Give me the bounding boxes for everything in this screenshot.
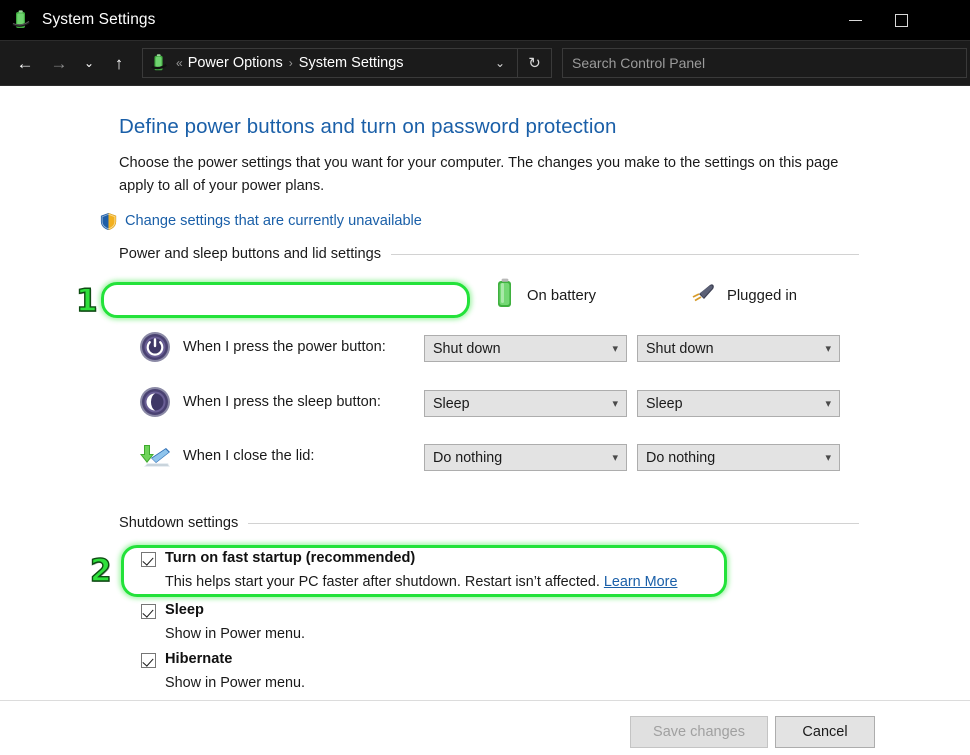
chevron-down-icon: ▾ [825, 342, 831, 355]
page-description: Choose the power settings that you want … [119, 152, 849, 198]
plugged-in-label: Plugged in [727, 288, 797, 304]
maximize-button[interactable] [878, 0, 924, 40]
back-arrow-icon[interactable]: ← [10, 48, 40, 78]
battery-icon [494, 276, 516, 315]
dropdown-sleep-button-on-battery[interactable]: Sleep ▾ [424, 390, 627, 417]
sleep-button-label: When I press the sleep button: [183, 394, 381, 410]
title-bar: System Settings [0, 0, 970, 40]
fast-startup-checkbox[interactable] [141, 552, 156, 567]
fast-startup-label: Turn on fast startup (recommended) [165, 550, 415, 566]
checkbox-row-hibernate[interactable]: Hibernate [141, 651, 232, 668]
chevron-down-icon: ▾ [825, 397, 831, 410]
column-header-on-battery: On battery [494, 276, 596, 315]
breadcrumb-leading: « [176, 56, 183, 70]
system-settings-window: System Settings ← → ⌄ ↑ « Power Options … [0, 0, 970, 755]
row-sleep-button: When I press the sleep button: [138, 385, 381, 419]
battery-icon [10, 9, 32, 31]
section-divider [248, 523, 859, 524]
refresh-icon[interactable]: ↻ [518, 48, 552, 78]
window-controls [832, 0, 970, 40]
breadcrumb-item-system-settings[interactable]: System Settings [299, 55, 404, 71]
battery-icon [149, 53, 169, 73]
dropdown-close-lid-plugged-in[interactable]: Do nothing ▾ [637, 444, 840, 471]
breadcrumb-separator-icon: › [289, 56, 293, 70]
step-marker-1: 1 [76, 286, 98, 317]
uac-link-label[interactable]: Change settings that are currently unava… [125, 213, 422, 229]
dropdown-value: Sleep [646, 396, 683, 412]
dropdown-sleep-button-plugged-in[interactable]: Sleep ▾ [637, 390, 840, 417]
window-title: System Settings [42, 11, 156, 29]
chevron-down-icon: ▾ [612, 342, 618, 355]
sleep-button-icon [138, 385, 172, 419]
up-arrow-icon[interactable]: ↑ [104, 48, 134, 78]
learn-more-link[interactable]: Learn More [604, 574, 678, 590]
shield-icon [99, 212, 118, 231]
checkbox-row-fast-startup[interactable]: Turn on fast startup (recommended) [141, 550, 415, 567]
footer-divider [0, 700, 970, 701]
section-divider [391, 254, 859, 255]
page-title: Define power buttons and turn on passwor… [119, 115, 617, 139]
on-battery-label: On battery [527, 288, 596, 304]
power-button-icon [138, 330, 172, 364]
search-placeholder: Search Control Panel [572, 55, 705, 71]
dropdown-value: Sleep [433, 396, 470, 412]
close-lid-icon [138, 439, 172, 473]
address-bar[interactable]: « Power Options › System Settings ⌄ [142, 48, 518, 78]
sleep-checkbox[interactable] [141, 604, 156, 619]
column-header-plugged-in: Plugged in [690, 281, 797, 310]
highlight-box-1 [101, 282, 470, 318]
row-power-button: When I press the power button: [138, 330, 386, 364]
save-changes-button[interactable]: Save changes [630, 716, 768, 748]
breadcrumb-item-power-options[interactable]: Power Options [188, 55, 283, 71]
close-lid-label: When I close the lid: [183, 448, 314, 464]
power-button-label: When I press the power button: [183, 339, 386, 355]
forward-arrow-icon[interactable]: → [44, 48, 74, 78]
fast-startup-description: This helps start your PC faster after sh… [165, 574, 677, 590]
hibernate-description: Show in Power menu. [165, 675, 305, 691]
power-section-header: Power and sleep buttons and lid settings [119, 246, 859, 262]
cancel-button[interactable]: Cancel [775, 716, 875, 748]
dropdown-power-button-plugged-in[interactable]: Shut down ▾ [637, 335, 840, 362]
chevron-down-icon: ▾ [612, 397, 618, 410]
power-section-label: Power and sleep buttons and lid settings [119, 246, 381, 262]
chevron-down-icon: ▾ [825, 451, 831, 464]
power-plug-icon [690, 281, 716, 310]
chevron-down-icon[interactable]: ⌄ [483, 49, 517, 77]
dropdown-close-lid-on-battery[interactable]: Do nothing ▾ [424, 444, 627, 471]
dropdown-value: Shut down [433, 341, 501, 357]
minimize-button[interactable] [832, 0, 878, 40]
checkbox-row-sleep[interactable]: Sleep [141, 602, 204, 619]
dropdown-power-button-on-battery[interactable]: Shut down ▾ [424, 335, 627, 362]
dropdown-value: Do nothing [433, 450, 502, 466]
sleep-description: Show in Power menu. [165, 626, 305, 642]
content-area: Define power buttons and turn on passwor… [0, 88, 970, 755]
hibernate-checkbox[interactable] [141, 653, 156, 668]
close-button[interactable] [924, 0, 970, 40]
sleep-label: Sleep [165, 602, 204, 618]
fast-startup-description-text: This helps start your PC faster after sh… [165, 574, 600, 590]
step-marker-2: 2 [90, 556, 112, 587]
dropdown-value: Shut down [646, 341, 714, 357]
recent-locations-chevron-icon[interactable]: ⌄ [78, 48, 100, 78]
uac-link-row[interactable]: Change settings that are currently unava… [99, 206, 422, 236]
shutdown-section-header: Shutdown settings [119, 515, 859, 531]
shutdown-section-label: Shutdown settings [119, 515, 238, 531]
search-input[interactable]: Search Control Panel [562, 48, 967, 78]
chevron-down-icon: ▾ [612, 451, 618, 464]
dropdown-value: Do nothing [646, 450, 715, 466]
hibernate-label: Hibernate [165, 651, 232, 667]
row-close-lid: When I close the lid: [138, 439, 314, 473]
address-toolbar: ← → ⌄ ↑ « Power Options › System Setting… [0, 40, 970, 86]
